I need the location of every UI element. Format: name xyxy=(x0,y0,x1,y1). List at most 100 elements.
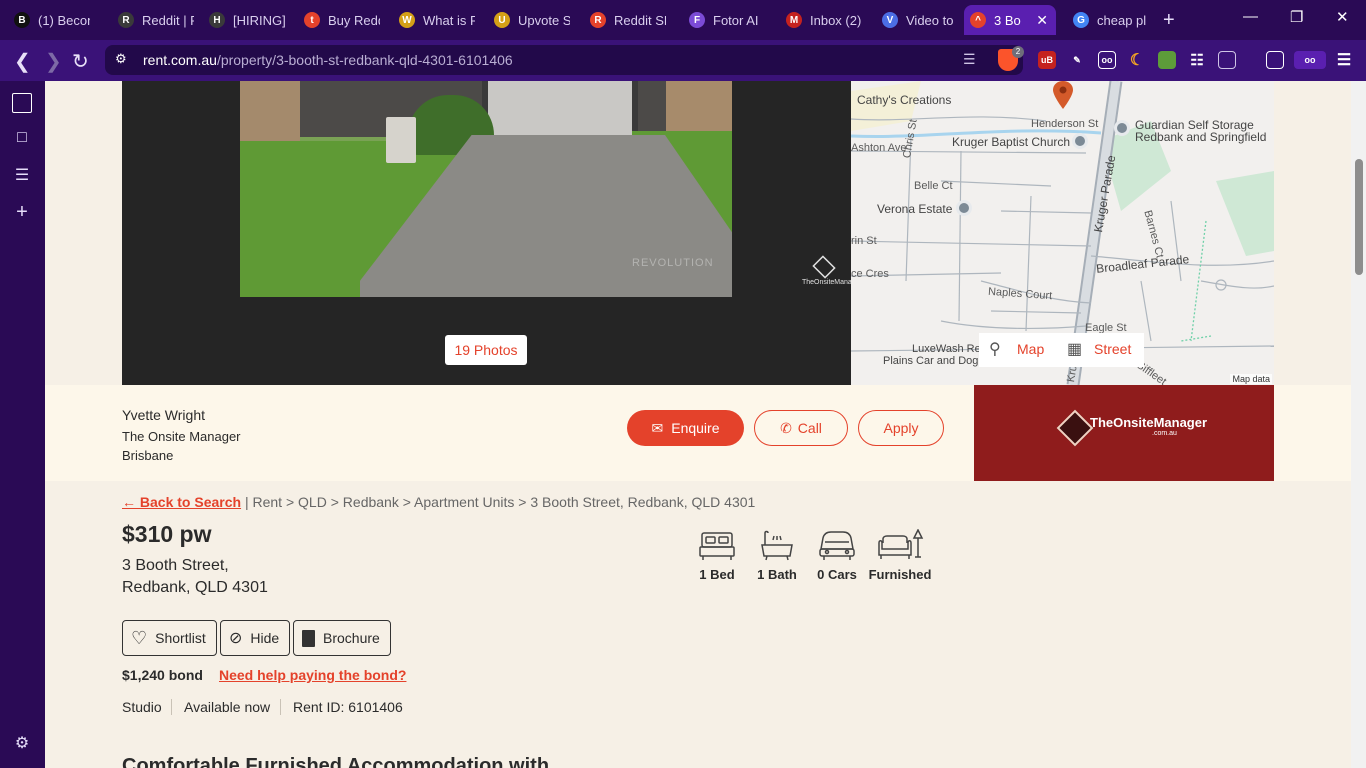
map-attribution[interactable]: Map data xyxy=(1230,374,1272,384)
document-icon xyxy=(302,629,315,647)
agency-logo[interactable]: TheOnsiteManager .com.au xyxy=(974,385,1274,481)
tab-title: What is R xyxy=(423,12,475,28)
street-view-icon[interactable]: ▦ xyxy=(1067,339,1083,359)
property-type: Studio xyxy=(122,699,162,715)
location-map[interactable]: Cathy's Creations Henderson St Guardian … xyxy=(851,81,1274,385)
tab-favicon-icon: R xyxy=(590,12,606,28)
tab-favicon-icon: B xyxy=(14,12,30,28)
browser-tab[interactable]: V Video to xyxy=(876,5,962,35)
brochure-button[interactable]: Brochure xyxy=(293,620,391,656)
breadcrumb-state[interactable]: QLD xyxy=(298,494,327,510)
dark-mode-extension-icon[interactable]: ☾ xyxy=(1128,51,1146,69)
back-to-search-link[interactable]: ← Back to Search xyxy=(122,494,241,510)
tab-strip: B (1) Becon R Reddit | F H [HIRING] t Buy Redd W… xyxy=(0,0,1366,40)
restore-icon[interactable]: ❐ xyxy=(1290,8,1303,26)
tab-favicon-icon: W xyxy=(399,12,415,28)
reader-icon[interactable]: ☰ xyxy=(12,165,32,185)
url-text[interactable]: rent.com.au/property/3-booth-st-redbank-… xyxy=(143,52,513,68)
reload-icon[interactable]: ↻ xyxy=(72,49,89,74)
photos-count-button[interactable]: 19 Photos xyxy=(445,335,527,365)
brave-shields-icon[interactable]: 2 xyxy=(998,46,1024,71)
tab-favicon-icon: M xyxy=(786,12,802,28)
active-tab[interactable]: ^ 3 Bo ✕ xyxy=(964,5,1056,35)
apply-button[interactable]: Apply xyxy=(858,410,944,446)
browser-tab[interactable]: R Reddit | F xyxy=(112,5,200,35)
property-photo[interactable]: REVOLUTION xyxy=(240,81,732,297)
tab-title: Inbox (2) xyxy=(810,12,862,28)
bond-help-link[interactable]: Need help paying the bond? xyxy=(219,667,406,683)
browser-tab[interactable]: H [HIRING] xyxy=(203,5,295,35)
new-tab-button[interactable]: + xyxy=(1163,9,1175,32)
breadcrumb: ← Back to Search | Rent > QLD > Redbank … xyxy=(122,494,756,510)
add-panel-icon[interactable]: + xyxy=(12,201,32,223)
tab-favicon-icon: U xyxy=(494,12,510,28)
eyedropper-extension-icon[interactable]: ✎ xyxy=(1068,51,1086,69)
tab-favicon-icon: t xyxy=(304,12,320,28)
shield-count-badge: 2 xyxy=(1012,46,1024,58)
site-info-icon[interactable]: ⚙ xyxy=(115,51,127,67)
forward-icon[interactable]: ❯ xyxy=(45,49,62,74)
reading-list-icon[interactable] xyxy=(12,93,32,113)
breadcrumb-rent[interactable]: Rent xyxy=(252,494,282,510)
address-line-2: Redbank, QLD 4301 xyxy=(122,579,268,596)
glasses-extension-icon[interactable]: oo xyxy=(1098,51,1116,69)
listing-headline: Comfortable Furnished Accommodation with xyxy=(122,755,550,768)
minimize-icon[interactable]: — xyxy=(1243,8,1258,25)
photo-gallery[interactable]: REVOLUTION TheOnsiteManager 19 Photos xyxy=(122,81,862,385)
breadcrumb-suburb[interactable]: Redbank xyxy=(343,494,399,510)
verona-poi-icon[interactable] xyxy=(956,200,972,216)
browser-tab[interactable]: F Fotor AI xyxy=(683,5,777,35)
green-extension-icon[interactable] xyxy=(1158,51,1176,69)
hide-button[interactable]: ⊘ Hide xyxy=(220,620,291,656)
tab-title: 3 Bo xyxy=(994,12,1021,28)
bookmarks-icon[interactable]: □ xyxy=(12,129,32,149)
breadcrumb-type[interactable]: Apartment Units xyxy=(414,494,514,510)
browser-tab[interactable]: M Inbox (2) xyxy=(780,5,872,35)
tab-favicon-icon: R xyxy=(118,12,134,28)
browser-tab[interactable]: B (1) Becon xyxy=(8,5,98,35)
envelope-icon: ✉ xyxy=(651,419,664,436)
hide-icon: ⊘ xyxy=(229,630,243,647)
sidebar-toggle-icon[interactable] xyxy=(1266,51,1284,69)
call-button[interactable]: ✆ Call xyxy=(754,410,848,446)
enquire-button[interactable]: ✉ Enquire xyxy=(627,410,744,446)
tab-title: Reddit SE xyxy=(614,12,666,28)
browser-tab[interactable]: t Buy Redd xyxy=(298,5,390,35)
settings-gear-icon[interactable]: ⚙ xyxy=(12,733,32,753)
browser-tab[interactable]: R Reddit SE xyxy=(584,5,680,35)
agent-name: Yvette Wright xyxy=(122,407,206,423)
bond-amount: $1,240 bond xyxy=(122,667,203,683)
tab-title: Upvote S xyxy=(518,12,570,28)
back-icon[interactable]: ❮ xyxy=(14,49,31,74)
agent-contact-bar: Yvette Wright The Onsite Manager Brisban… xyxy=(45,385,1351,481)
agency-city: Brisbane xyxy=(122,448,174,463)
tab-favicon-icon: H xyxy=(209,12,225,28)
agency-logo-icon xyxy=(1056,409,1094,447)
extensions-puzzle-icon[interactable]: ☷ xyxy=(1188,51,1206,69)
browser-tab[interactable]: U Upvote S xyxy=(488,5,580,35)
tab-title: Buy Redd xyxy=(328,12,380,28)
shortlist-button[interactable]: ♡ Shortlist xyxy=(122,620,217,656)
reader-mode-icon[interactable]: ☰ xyxy=(963,51,976,68)
profile-icon[interactable]: oo xyxy=(1294,51,1326,69)
gallery-agency-logo: TheOnsiteManager xyxy=(802,255,862,293)
tab-favicon-icon: G xyxy=(1073,12,1089,28)
screenshot-extension-icon[interactable] xyxy=(1218,51,1236,69)
browser-tab[interactable]: W What is R xyxy=(393,5,485,35)
menu-icon[interactable]: ☰ xyxy=(1335,51,1353,69)
street-view-button[interactable]: Street xyxy=(1094,341,1131,357)
map-view-button[interactable]: Map xyxy=(1017,341,1044,357)
map-pin-icon[interactable]: ⚲ xyxy=(989,339,1005,359)
feature-furnished: Furnished xyxy=(865,529,935,582)
church-poi-icon[interactable] xyxy=(1072,133,1088,149)
property-map-pin-icon[interactable] xyxy=(1052,81,1074,109)
storage-poi-icon[interactable] xyxy=(1114,120,1130,136)
tab-title: (1) Becon xyxy=(38,12,90,28)
close-window-icon[interactable]: ✕ xyxy=(1336,8,1349,26)
browser-tab[interactable]: Gcheap pl xyxy=(1067,5,1157,35)
ublock-extension-icon[interactable]: uB xyxy=(1038,51,1056,69)
address-bar[interactable]: ⚙ rent.com.au/property/3-booth-st-redban… xyxy=(105,45,1024,75)
scrollbar-thumb[interactable] xyxy=(1355,159,1363,275)
page-scrollbar[interactable] xyxy=(1351,81,1366,768)
close-tab-icon[interactable]: ✕ xyxy=(1036,12,1048,29)
